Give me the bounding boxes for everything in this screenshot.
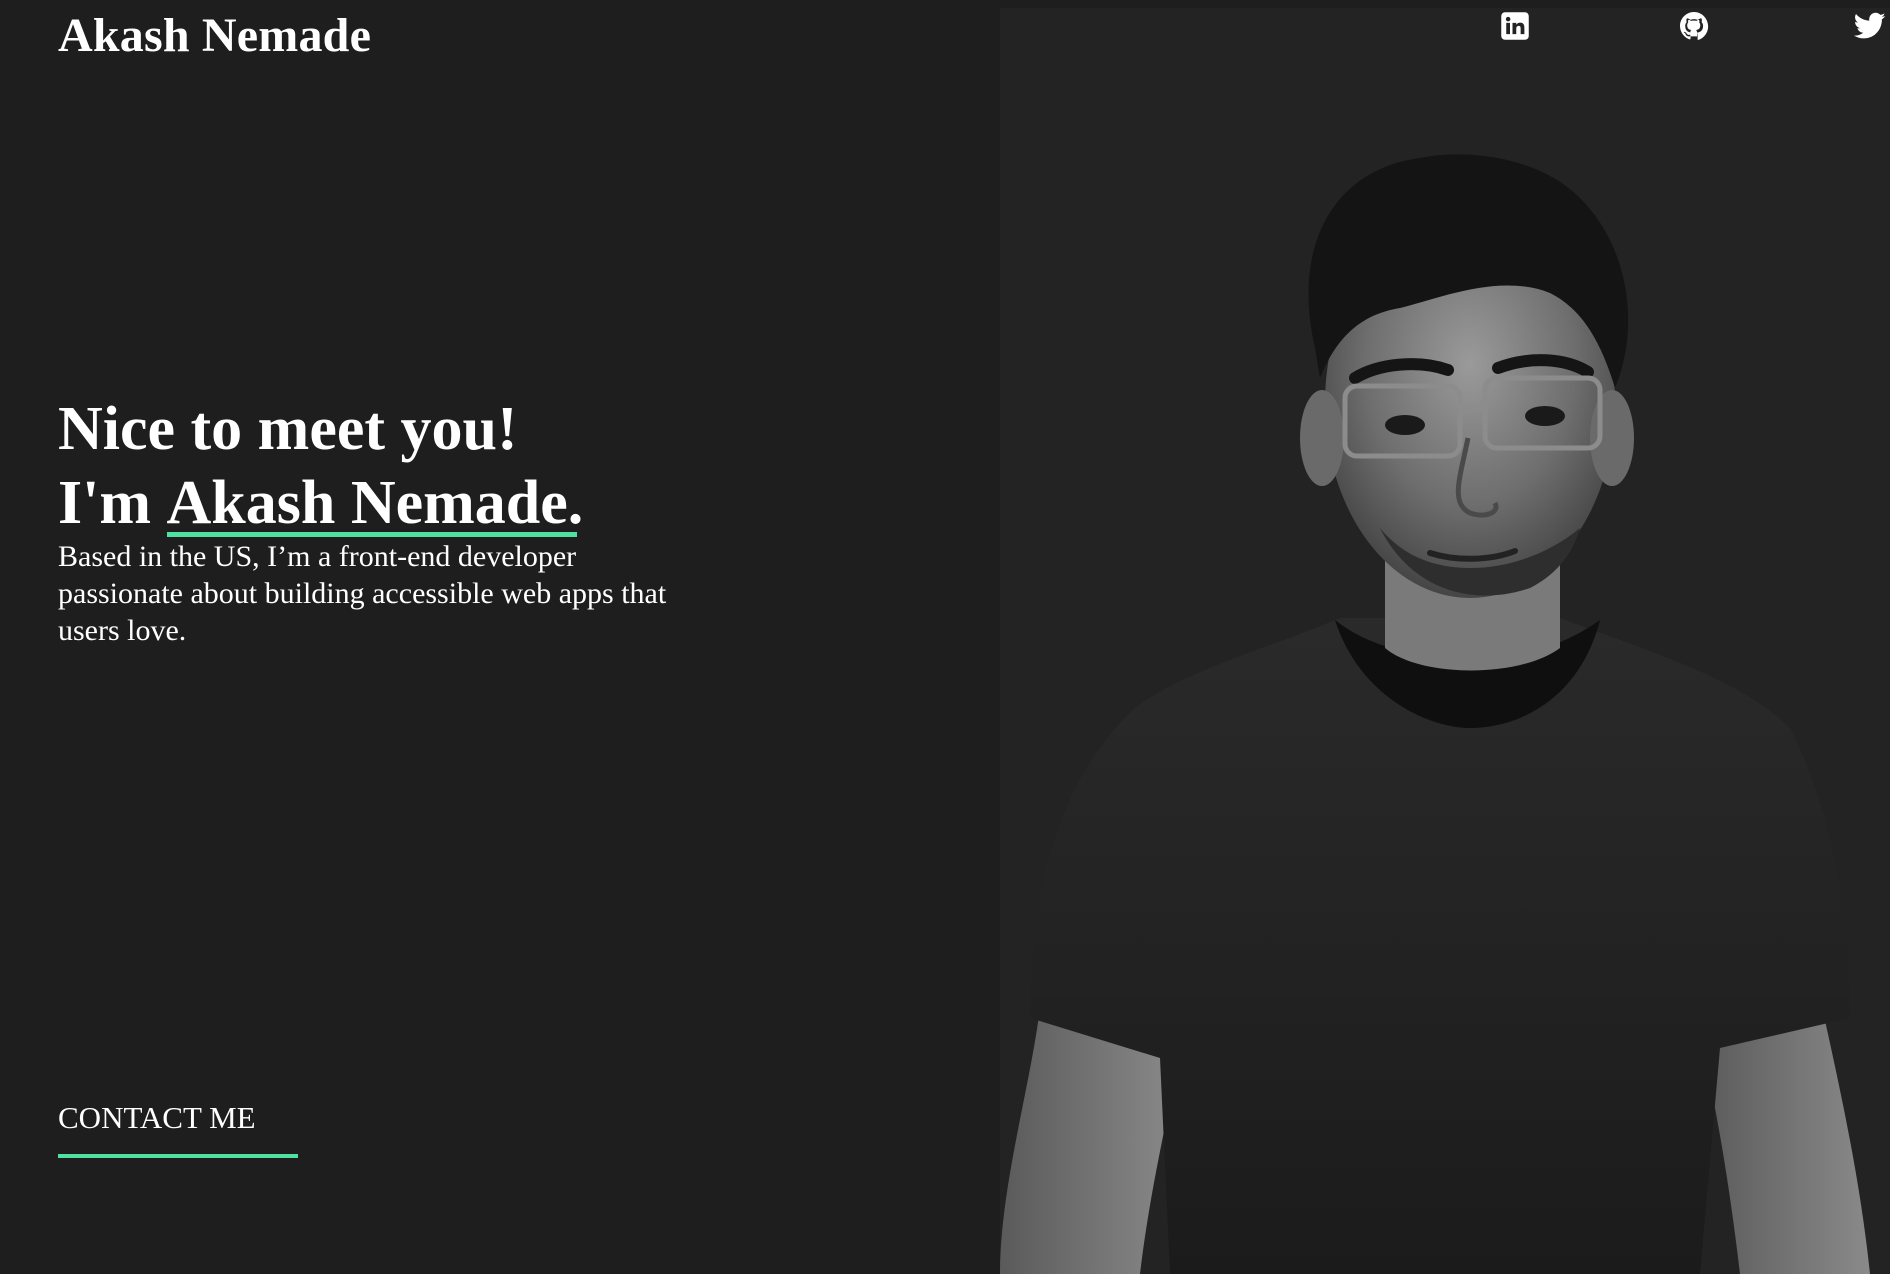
profile-photo xyxy=(1000,8,1890,1274)
hero-section: Nice to meet you! I'm Akash Nemade. Base… xyxy=(58,392,778,649)
github-icon xyxy=(1680,12,1709,40)
hero-intro-prefix: I'm xyxy=(58,469,167,537)
portfolio-page: Akash Nemade Nice to meet you! I'm Akash… xyxy=(0,0,1890,1274)
hero-name-link[interactable]: Akash Nemade. xyxy=(166,466,583,540)
hero-description: Based in the US, I’m a front-end develop… xyxy=(58,540,667,647)
twitter-link[interactable] xyxy=(1852,8,1888,44)
hero-greeting: Nice to meet you! xyxy=(58,395,518,463)
contact-me-button[interactable]: CONTACT ME xyxy=(58,1098,298,1158)
twitter-icon xyxy=(1854,12,1886,39)
social-links xyxy=(0,8,1890,54)
linkedin-icon xyxy=(1501,12,1529,40)
hero-heading: Nice to meet you! I'm Akash Nemade. xyxy=(58,392,778,540)
github-link[interactable] xyxy=(1676,8,1712,44)
linkedin-link[interactable] xyxy=(1497,8,1533,44)
